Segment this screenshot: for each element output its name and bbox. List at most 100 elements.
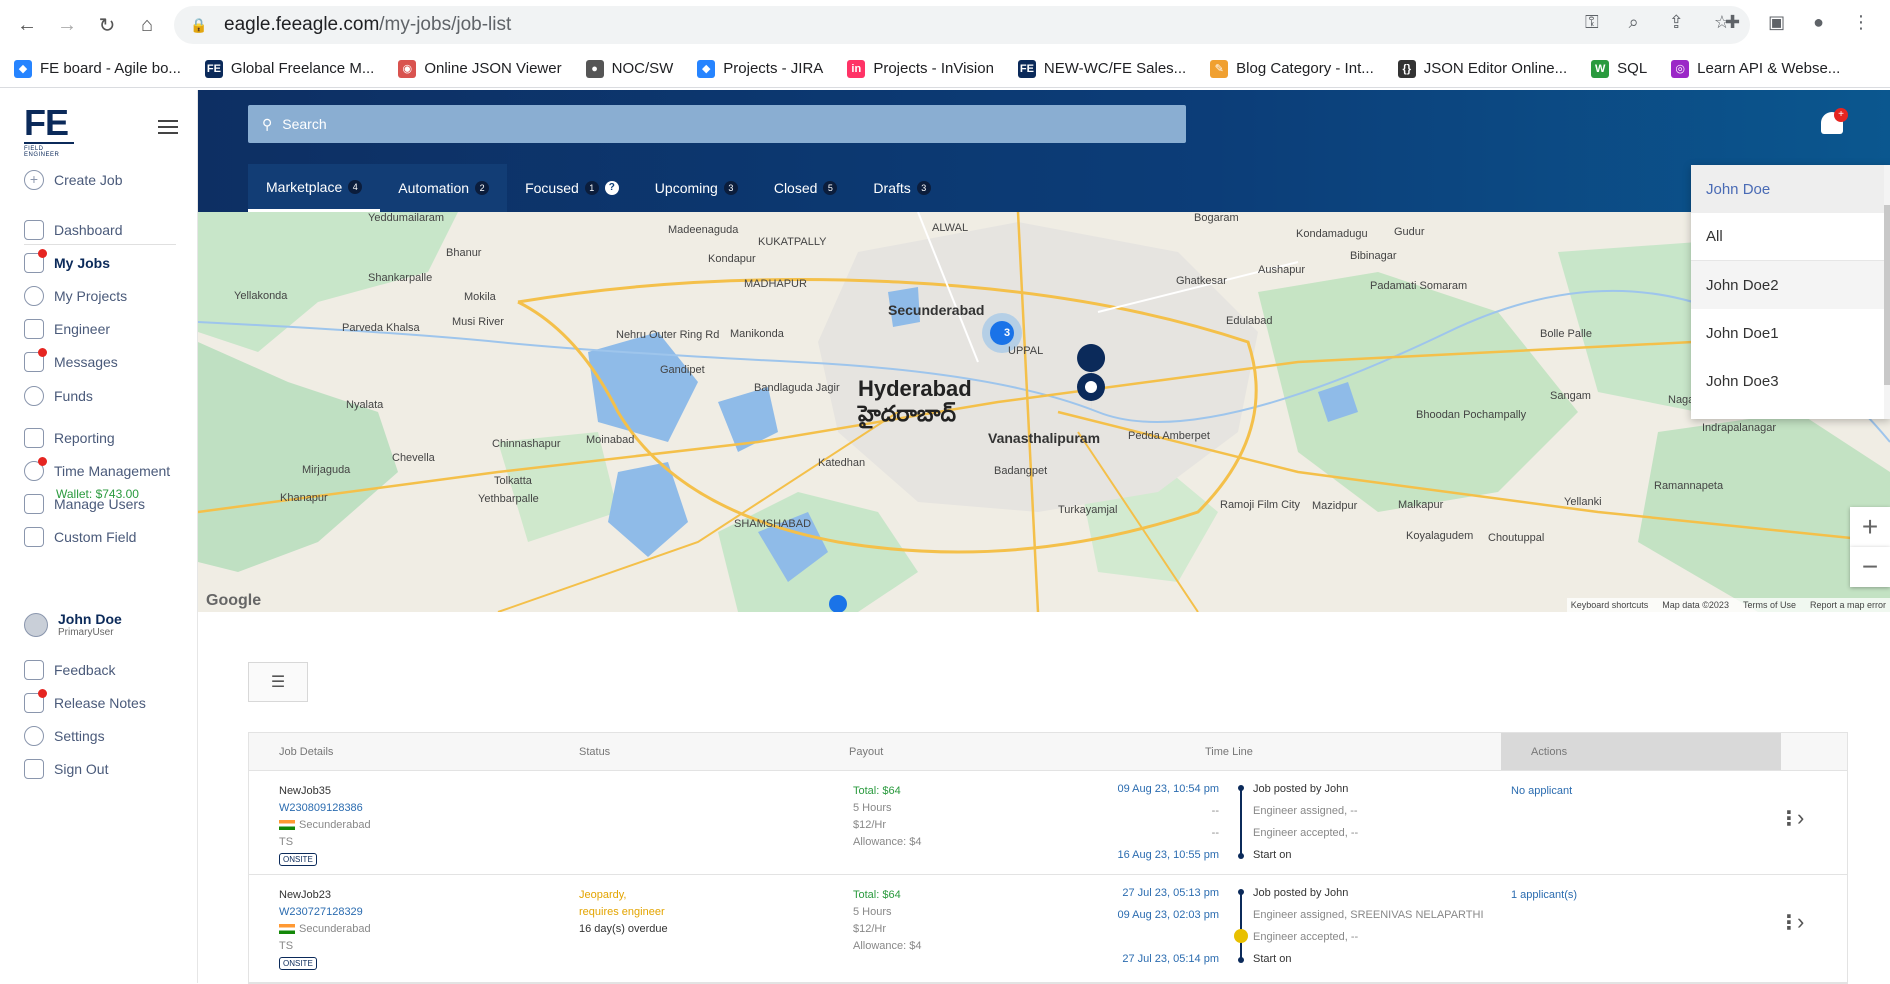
fe-logo[interactable]: FE FIELD ENGINEER — [24, 104, 74, 158]
map-place-label: Malkapur — [1398, 499, 1444, 511]
bookmark-item[interactable]: FE Global Freelance M... — [204, 59, 374, 78]
hamburger-icon[interactable] — [158, 120, 178, 134]
chevron-right-icon[interactable]: › — [1797, 909, 1804, 935]
bookmark-item[interactable]: FE NEW-WC/FE Sales... — [1017, 59, 1186, 78]
timeline-event: Engineer assigned, -- — [1253, 805, 1358, 817]
tab-drafts[interactable]: Drafts 3 — [855, 164, 948, 212]
map-footer-link[interactable]: Report a map error — [1810, 600, 1886, 610]
bookmark-item[interactable]: {} JSON Editor Online... — [1397, 59, 1567, 78]
url-host: eagle.feeagle.com — [224, 14, 380, 35]
extensions-icon[interactable]: ✚ — [1725, 12, 1740, 33]
bookmark-icon: ● — [585, 59, 604, 78]
tab-label: Closed — [773, 180, 818, 196]
chevron-right-icon[interactable]: › — [1797, 805, 1804, 831]
tab-count: 3 — [723, 181, 738, 195]
timeline-time: -- — [1211, 827, 1219, 839]
sidebar-item-my-projects[interactable]: My Projects — [24, 286, 127, 306]
profile-icon[interactable]: ● — [1813, 12, 1824, 33]
map-place-label: Yellanki — [1564, 496, 1602, 508]
sidebar-item-custom-field[interactable]: Custom Field — [24, 527, 136, 547]
map-footer-link[interactable]: Keyboard shortcuts — [1571, 600, 1649, 610]
tab-marketplace[interactable]: Marketplace 4 — [248, 164, 381, 212]
map-place-label: Edulabad — [1226, 315, 1273, 327]
sidebar-item-reporting[interactable]: Reporting — [24, 428, 115, 448]
bookmark-item[interactable]: ◆ FE board - Agile bo... — [14, 59, 181, 78]
jobs-map[interactable]: 3 Hyderabad హైదరాబాద్ Secunderabad Yeddu… — [198, 212, 1890, 612]
map-place-label: Nyalata — [346, 399, 384, 411]
user-profile[interactable]: John Doe PrimaryUser — [24, 611, 122, 638]
applicants-link[interactable]: 1 applicant(s) — [1511, 887, 1577, 904]
search-input[interactable]: ⚲ Search — [248, 105, 1186, 143]
timeline-line — [1240, 891, 1242, 961]
tab-upcoming[interactable]: Upcoming 3 — [637, 164, 756, 212]
bookmark-item[interactable]: ● NOC/SW — [585, 59, 673, 78]
address-bar[interactable]: 🔒 eagle.feeagle.com/my-jobs/job-list — [174, 6, 1750, 44]
map-footer-link[interactable]: Terms of Use — [1743, 600, 1796, 610]
create-job-button[interactable]: + Create Job — [24, 170, 122, 190]
sidebar-item-release-notes[interactable]: Release Notes — [24, 689, 146, 713]
zoom-icon[interactable]: ⌕ — [1629, 12, 1639, 33]
bookmark-item[interactable]: ✎ Blog Category - Int... — [1210, 59, 1374, 78]
map-place-label: Pedda Amberpet — [1128, 430, 1210, 442]
bookmark-item[interactable]: ◉ Online JSON Viewer — [398, 59, 562, 78]
tab-automation[interactable]: Automation 2 — [380, 164, 508, 212]
sidebar-item-sign-out[interactable]: Sign Out — [24, 759, 108, 779]
timeline-dot — [1238, 889, 1244, 895]
tab-label: Automation — [398, 180, 470, 196]
home-icon[interactable]: ⌂ — [134, 12, 160, 38]
help-icon[interactable]: ? — [604, 181, 619, 195]
job-id-link[interactable]: W230727128329 — [279, 904, 371, 921]
table-row[interactable]: NewJob35 W230809128386 Secunderabad TS O… — [249, 771, 1847, 875]
table-row[interactable]: NewJob23 W230727128329 Secunderabad TS O… — [249, 875, 1847, 983]
key-icon[interactable]: ⚿ — [1585, 12, 1599, 33]
bookmark-item[interactable]: ◆ Projects - JIRA — [697, 59, 823, 78]
bookmark-item[interactable]: in Projects - InVision — [847, 59, 994, 78]
sidepanel-icon[interactable]: ▣ — [1768, 12, 1785, 33]
map-place-label: Musi River — [452, 316, 504, 328]
zoom-out-button[interactable]: − — [1850, 547, 1890, 587]
applicants-link[interactable]: No applicant — [1511, 783, 1572, 800]
sidebar-item-my-jobs[interactable]: My Jobs — [24, 249, 111, 273]
forward-icon[interactable]: → — [54, 12, 80, 38]
tab-count: 3 — [916, 181, 931, 195]
sidebar-item-label: Release Notes — [54, 695, 146, 711]
zoom-in-button[interactable]: + — [1850, 507, 1890, 547]
dropdown-option[interactable]: John Doe2 — [1691, 261, 1890, 309]
map-footer-link[interactable]: Map data ©2023 — [1662, 600, 1729, 610]
sidebar-item-funds[interactable]: Funds — [24, 386, 93, 406]
tab-closed[interactable]: Closed 5 — [756, 164, 856, 212]
dropdown-option[interactable]: John Doe — [1691, 165, 1890, 213]
map-canvas — [198, 212, 1890, 612]
bookmark-item[interactable]: ◎ Learn API & Webse... — [1671, 59, 1840, 78]
tab-focused[interactable]: Focused 1? — [507, 164, 637, 212]
users-icon — [24, 494, 44, 514]
job-owner-dropdown[interactable]: John Doe All John Doe2 John Doe1 John Doe3 — [1691, 165, 1890, 419]
job-id-link[interactable]: W230809128386 — [279, 800, 371, 817]
row-menu-icon[interactable]: ⋮ — [1779, 913, 1799, 933]
filter-button[interactable]: ☰ — [248, 662, 308, 702]
reload-icon[interactable]: ↻ — [94, 12, 120, 38]
dropdown-scrollbar[interactable] — [1884, 165, 1890, 419]
dropdown-option[interactable]: John Doe3 — [1691, 357, 1890, 405]
map-place-label: UPPAL — [1008, 345, 1044, 357]
sidebar-item-feedback[interactable]: Feedback — [24, 660, 115, 680]
sidebar-item-label: Feedback — [54, 662, 116, 678]
sidebar-item-messages[interactable]: Messages — [24, 348, 118, 372]
row-menu-icon[interactable]: ⋮ — [1779, 809, 1799, 829]
sidebar-item-time-management[interactable]: Time Management — [24, 457, 170, 481]
back-icon[interactable]: ← — [14, 12, 40, 38]
clock-icon — [24, 286, 44, 306]
sidebar-item-label: My Jobs — [54, 255, 111, 271]
map-place-label: Badangpet — [994, 465, 1048, 477]
sidebar-item-engineer[interactable]: Engineer — [24, 319, 110, 339]
dropdown-option[interactable]: All — [1691, 213, 1890, 261]
sidebar-item-dashboard[interactable]: Dashboard — [24, 220, 123, 240]
notification-bell-icon[interactable]: + — [1818, 108, 1848, 138]
share-icon[interactable]: ⇪ — [1669, 12, 1684, 33]
dropdown-option[interactable]: John Doe1 — [1691, 309, 1890, 357]
map-place-label: Mazidpur — [1312, 500, 1358, 512]
tab-label: Upcoming — [654, 180, 718, 196]
sidebar-item-settings[interactable]: Settings — [24, 726, 105, 746]
bookmark-item[interactable]: W SQL — [1591, 59, 1647, 78]
more-icon[interactable]: ⋮ — [1852, 12, 1870, 33]
